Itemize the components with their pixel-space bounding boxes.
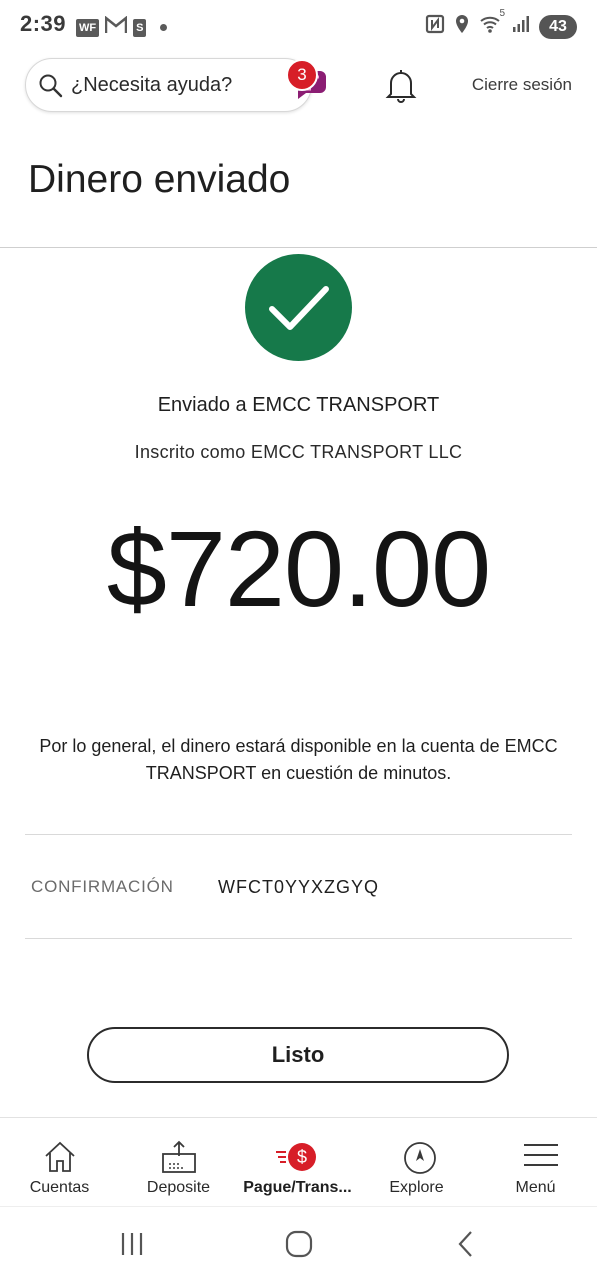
recent-apps-icon[interactable] (117, 1229, 147, 1259)
nav-label-menu: Menú (515, 1179, 556, 1196)
nav-label-accounts: Cuentas (29, 1179, 90, 1196)
nav-label-deposit: Deposite (146, 1179, 211, 1196)
assistant-notification-badge: 3 (286, 59, 318, 91)
title-divider (0, 247, 597, 248)
bell-icon[interactable] (384, 68, 418, 104)
pay-transfer-icon: $ (276, 1143, 316, 1171)
recipient-text: Enviado a EMCC TRANSPORT (157, 394, 440, 416)
confirmation-label: CONFIRMACIÓN (31, 877, 174, 896)
help-search-bar[interactable]: ¿Necesita ayuda? (25, 58, 326, 112)
dot-icon (160, 24, 168, 31)
home-icon (45, 1141, 75, 1172)
search-placeholder: ¿Necesita ayuda? (71, 74, 233, 96)
success-check-icon (245, 254, 352, 361)
nav-deposit[interactable]: Deposite (119, 1118, 238, 1206)
system-nav-bar (0, 1206, 597, 1281)
gmail-icon (104, 15, 128, 39)
wifi-icon: 5 (479, 8, 505, 39)
home-button-icon[interactable] (284, 1229, 314, 1259)
amount-sent: $720.00 (106, 508, 491, 629)
divider-top (25, 834, 572, 835)
done-button[interactable]: Listo (87, 1027, 509, 1083)
bottom-nav: Cuentas Deposite $ Pague/Trans... Explor… (0, 1117, 597, 1206)
enrolled-name-text: Inscrito como EMCC TRANSPORT LLC (134, 442, 463, 462)
wf-notification-icon: WF (76, 18, 100, 37)
nav-label-explore: Explore (389, 1179, 444, 1196)
wifi-label: 5 (499, 8, 505, 19)
deposit-icon (162, 1140, 196, 1173)
search-icon (39, 74, 63, 98)
availability-note: Por lo general, el dinero estará disponi… (39, 736, 558, 783)
status-right-icons: 5 43 (425, 8, 577, 39)
nav-menu[interactable]: Menú (476, 1118, 595, 1206)
confirmation-number: WFCT0YYXZGYQ (218, 877, 380, 897)
back-icon[interactable] (452, 1229, 482, 1259)
divider-bottom (25, 938, 572, 939)
page-title: Dinero enviado (28, 158, 291, 201)
s-app-icon: S (133, 18, 147, 37)
logout-link[interactable]: Cierre sesión (472, 75, 572, 95)
status-left-icons: WF S (76, 15, 168, 39)
signal-icon (512, 15, 530, 38)
nav-explore[interactable]: Explore (357, 1118, 476, 1206)
status-bar: 2:39 WF S 5 43 (0, 0, 597, 52)
nav-accounts[interactable]: Cuentas (0, 1118, 119, 1206)
nav-pay-transfer[interactable]: $ Pague/Trans... (238, 1118, 357, 1206)
nfc-icon (425, 14, 445, 39)
status-time: 2:39 (20, 11, 67, 36)
location-icon (454, 14, 470, 39)
nav-label-pay-transfer: Pague/Trans... (243, 1179, 352, 1196)
compass-icon (404, 1142, 436, 1174)
hamburger-menu-icon (524, 1144, 558, 1166)
svg-text:$: $ (297, 1147, 307, 1167)
battery-indicator: 43 (539, 14, 577, 39)
